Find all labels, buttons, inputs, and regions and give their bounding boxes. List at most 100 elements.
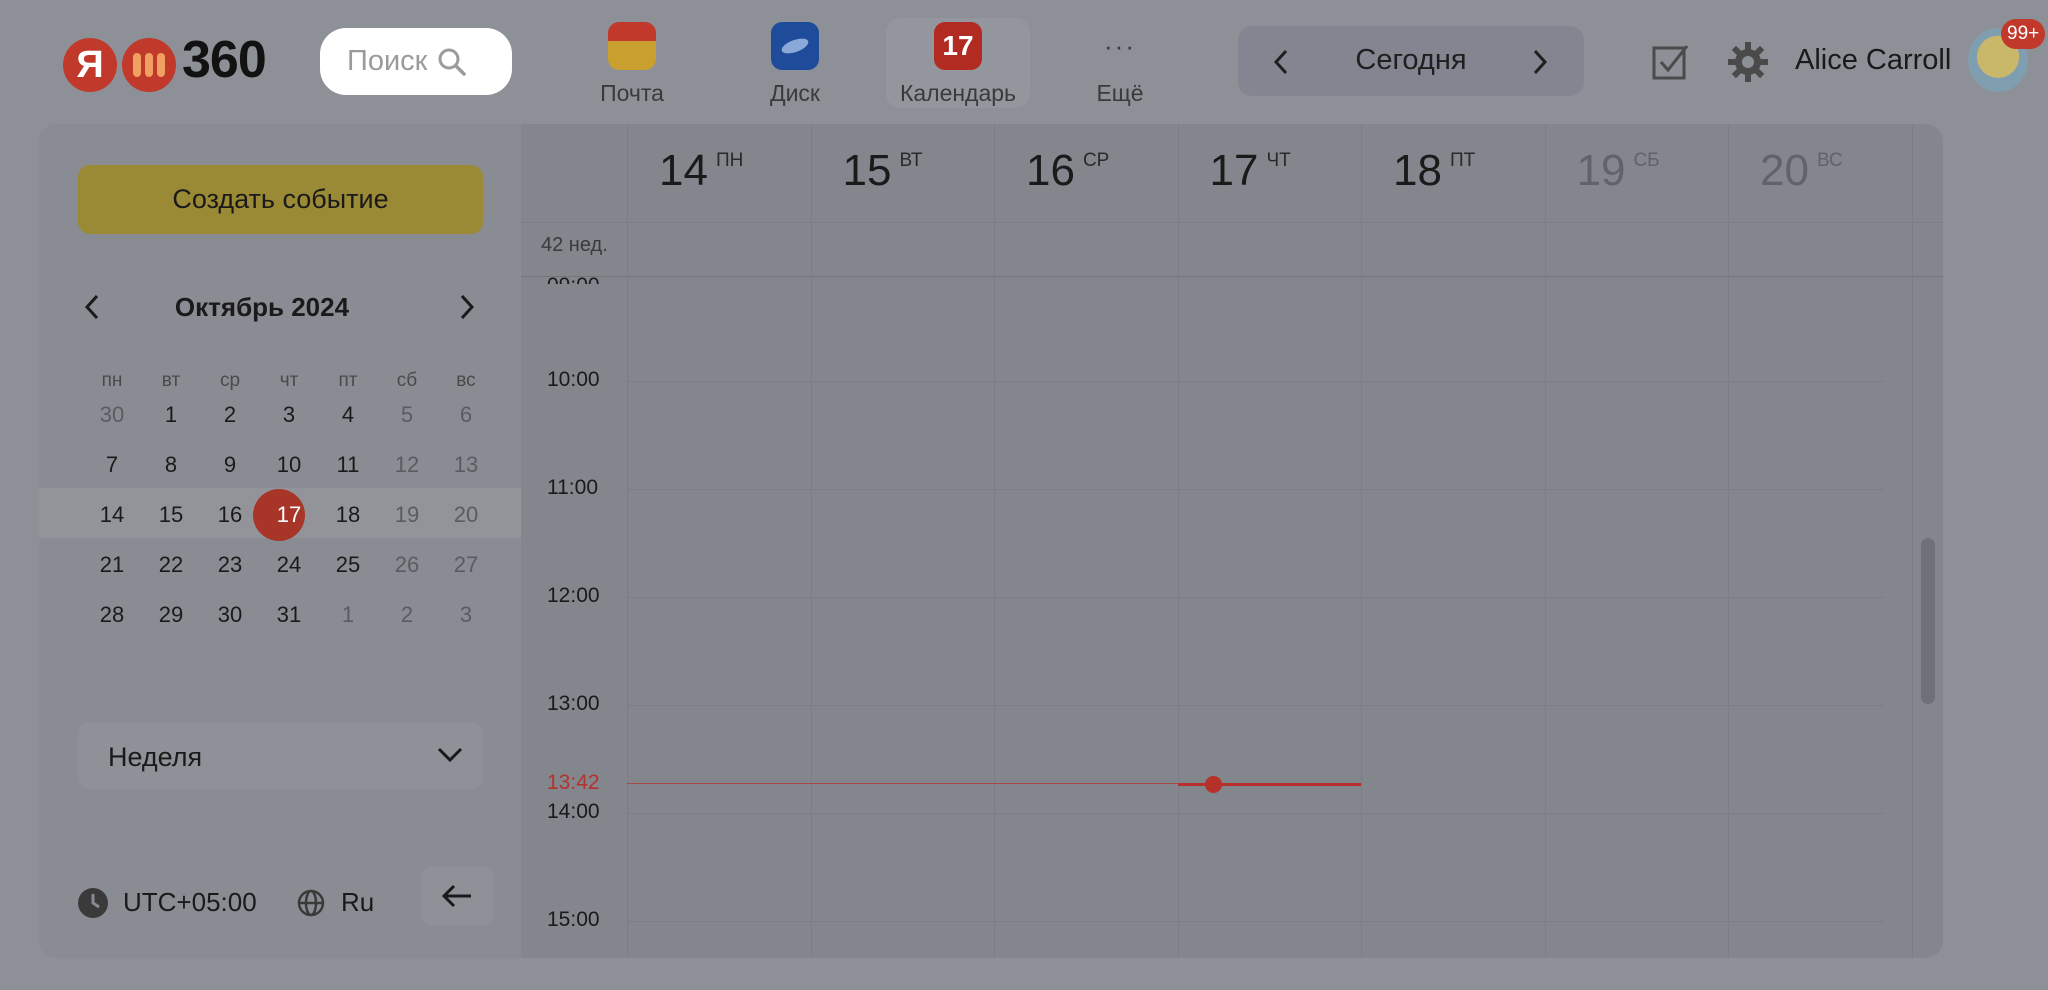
app-mail[interactable]: Почта (562, 18, 702, 108)
hour-label: 12:00 (547, 584, 600, 607)
mini-cal-day[interactable]: 19 (378, 490, 436, 540)
search-icon (438, 48, 467, 76)
mini-cal-day[interactable]: 2 (201, 390, 259, 440)
day-header[interactable]: 15 ВТ (843, 146, 1027, 196)
mini-cal-day[interactable]: 18 (319, 490, 377, 540)
day-of-week: СБ (1633, 150, 1660, 171)
mini-cal-day[interactable]: 12 (378, 440, 436, 490)
day-column-line (994, 124, 995, 958)
mini-cal-day[interactable]: 13 (437, 440, 495, 490)
mini-cal-day[interactable]: 29 (142, 590, 200, 640)
user-name[interactable]: Alice Carroll (1795, 44, 1951, 77)
mini-cal-day[interactable]: 14 (83, 490, 141, 540)
globe-icon (297, 889, 325, 917)
mini-cal-day[interactable]: 27 (437, 540, 495, 590)
mini-cal-day[interactable]: 9 (201, 440, 259, 490)
prev-week-button[interactable] (1266, 44, 1296, 80)
mini-cal-day[interactable]: 31 (260, 590, 318, 640)
day-column-line (810, 124, 812, 958)
mini-cal-day[interactable]: 23 (201, 540, 259, 590)
day-number: 15 (842, 146, 892, 195)
notification-badge: 99+ (2001, 19, 2046, 49)
timezone-label[interactable]: UTC+05:00 (123, 887, 257, 918)
day-header[interactable]: 18 ПТ (1393, 146, 1577, 196)
language-label[interactable]: Ru (341, 887, 374, 918)
mini-cal-day[interactable]: 8 (142, 440, 200, 490)
mini-cal-day[interactable]: 20 (437, 490, 495, 540)
mini-cal-day[interactable]: 17 (260, 490, 318, 540)
day-header[interactable]: 14 ПН (659, 146, 843, 196)
mini-cal-day[interactable]: 25 (319, 540, 377, 590)
view-select[interactable]: Неделя (78, 722, 483, 789)
timezone-button[interactable] (77, 887, 109, 924)
hour-line (627, 813, 1884, 814)
mini-cal-day[interactable]: 30 (201, 590, 259, 640)
mini-cal-day[interactable]: 21 (83, 540, 141, 590)
app-disk[interactable]: Диск (725, 18, 865, 108)
mini-cal-day[interactable]: 24 (260, 540, 318, 590)
mini-cal-day[interactable]: 11 (319, 440, 377, 490)
mini-cal-day[interactable]: 3 (437, 590, 495, 640)
search-input[interactable]: Поиск (320, 28, 512, 95)
language-button[interactable] (297, 889, 325, 922)
chevron-right-icon (1533, 49, 1548, 75)
app-calendar[interactable]: 17 Календарь (886, 18, 1030, 108)
app-calendar-label: Календарь (899, 80, 1017, 106)
360-logo-ring-icon[interactable] (122, 38, 176, 92)
app-more[interactable]: ··· Ещё (1050, 18, 1190, 108)
day-column-line (1544, 124, 1546, 958)
mini-cal-day[interactable]: 26 (378, 540, 436, 590)
day-number: 20 (1760, 146, 1809, 195)
collapse-sidebar-button[interactable] (421, 866, 493, 926)
todo-button[interactable] (1651, 42, 1691, 87)
chevron-down-icon (437, 747, 463, 763)
mini-cal-month-title: Октябрь 2024 (174, 292, 350, 322)
mini-cal-day[interactable]: 6 (437, 390, 495, 440)
hour-line (627, 597, 1884, 598)
day-header[interactable]: 19 СБ (1577, 146, 1761, 196)
today-button[interactable]: Сегодня (1300, 44, 1522, 77)
day-of-week: ПТ (1449, 150, 1476, 171)
current-time-dot (1205, 776, 1222, 793)
app-disk-label: Диск (770, 80, 820, 106)
mini-cal-day[interactable]: 2 (378, 590, 436, 640)
current-time-label: 13:42 (547, 771, 600, 794)
day-number: 14 (659, 146, 708, 195)
current-time-line-faint (627, 783, 1178, 784)
hour-line (627, 705, 1884, 706)
clock-icon (78, 888, 108, 918)
next-week-button[interactable] (1525, 44, 1555, 80)
mini-cal-day[interactable]: 10 (260, 440, 318, 490)
day-column-line (1177, 124, 1179, 958)
mini-cal-day[interactable]: 5 (378, 390, 436, 440)
mini-cal-day[interactable]: 4 (319, 390, 377, 440)
day-number: 19 (1576, 146, 1626, 195)
mini-cal-day[interactable]: 3 (260, 390, 318, 440)
logo-360-text[interactable]: 360 (182, 30, 267, 90)
chevron-right-icon (460, 294, 475, 320)
disk-icon (771, 22, 819, 70)
mini-cal-next-button[interactable] (452, 290, 482, 324)
mini-cal-day[interactable]: 1 (319, 590, 377, 640)
day-of-week: ВС (1816, 150, 1843, 171)
app-more-label: Ещё (1096, 80, 1144, 106)
mini-cal-day[interactable]: 15 (142, 490, 200, 540)
mini-cal-day[interactable]: 1 (142, 390, 200, 440)
mini-cal-day[interactable]: 30 (83, 390, 141, 440)
yandex-logo-icon[interactable]: Я (63, 38, 117, 92)
mini-cal-day[interactable]: 28 (83, 590, 141, 640)
day-header[interactable]: 17 ЧТ (1210, 146, 1394, 196)
mini-cal-day[interactable]: 16 (201, 490, 259, 540)
mini-cal-day[interactable]: 22 (142, 540, 200, 590)
mini-cal-day[interactable]: 7 (83, 440, 141, 490)
day-header[interactable]: 16 СР (1026, 146, 1210, 196)
mini-cal-prev-button[interactable] (77, 290, 107, 324)
create-event-button[interactable]: Создать событие (78, 165, 483, 234)
day-header[interactable]: 20 ВС (1760, 146, 1943, 196)
day-of-week: ЧТ (1266, 150, 1291, 171)
settings-button[interactable] (1726, 40, 1770, 89)
view-select-value: Неделя (108, 742, 203, 772)
calendar-icon: 17 (934, 22, 982, 70)
grid-scrollbar[interactable] (1921, 538, 1935, 704)
header-divider (521, 222, 1943, 223)
